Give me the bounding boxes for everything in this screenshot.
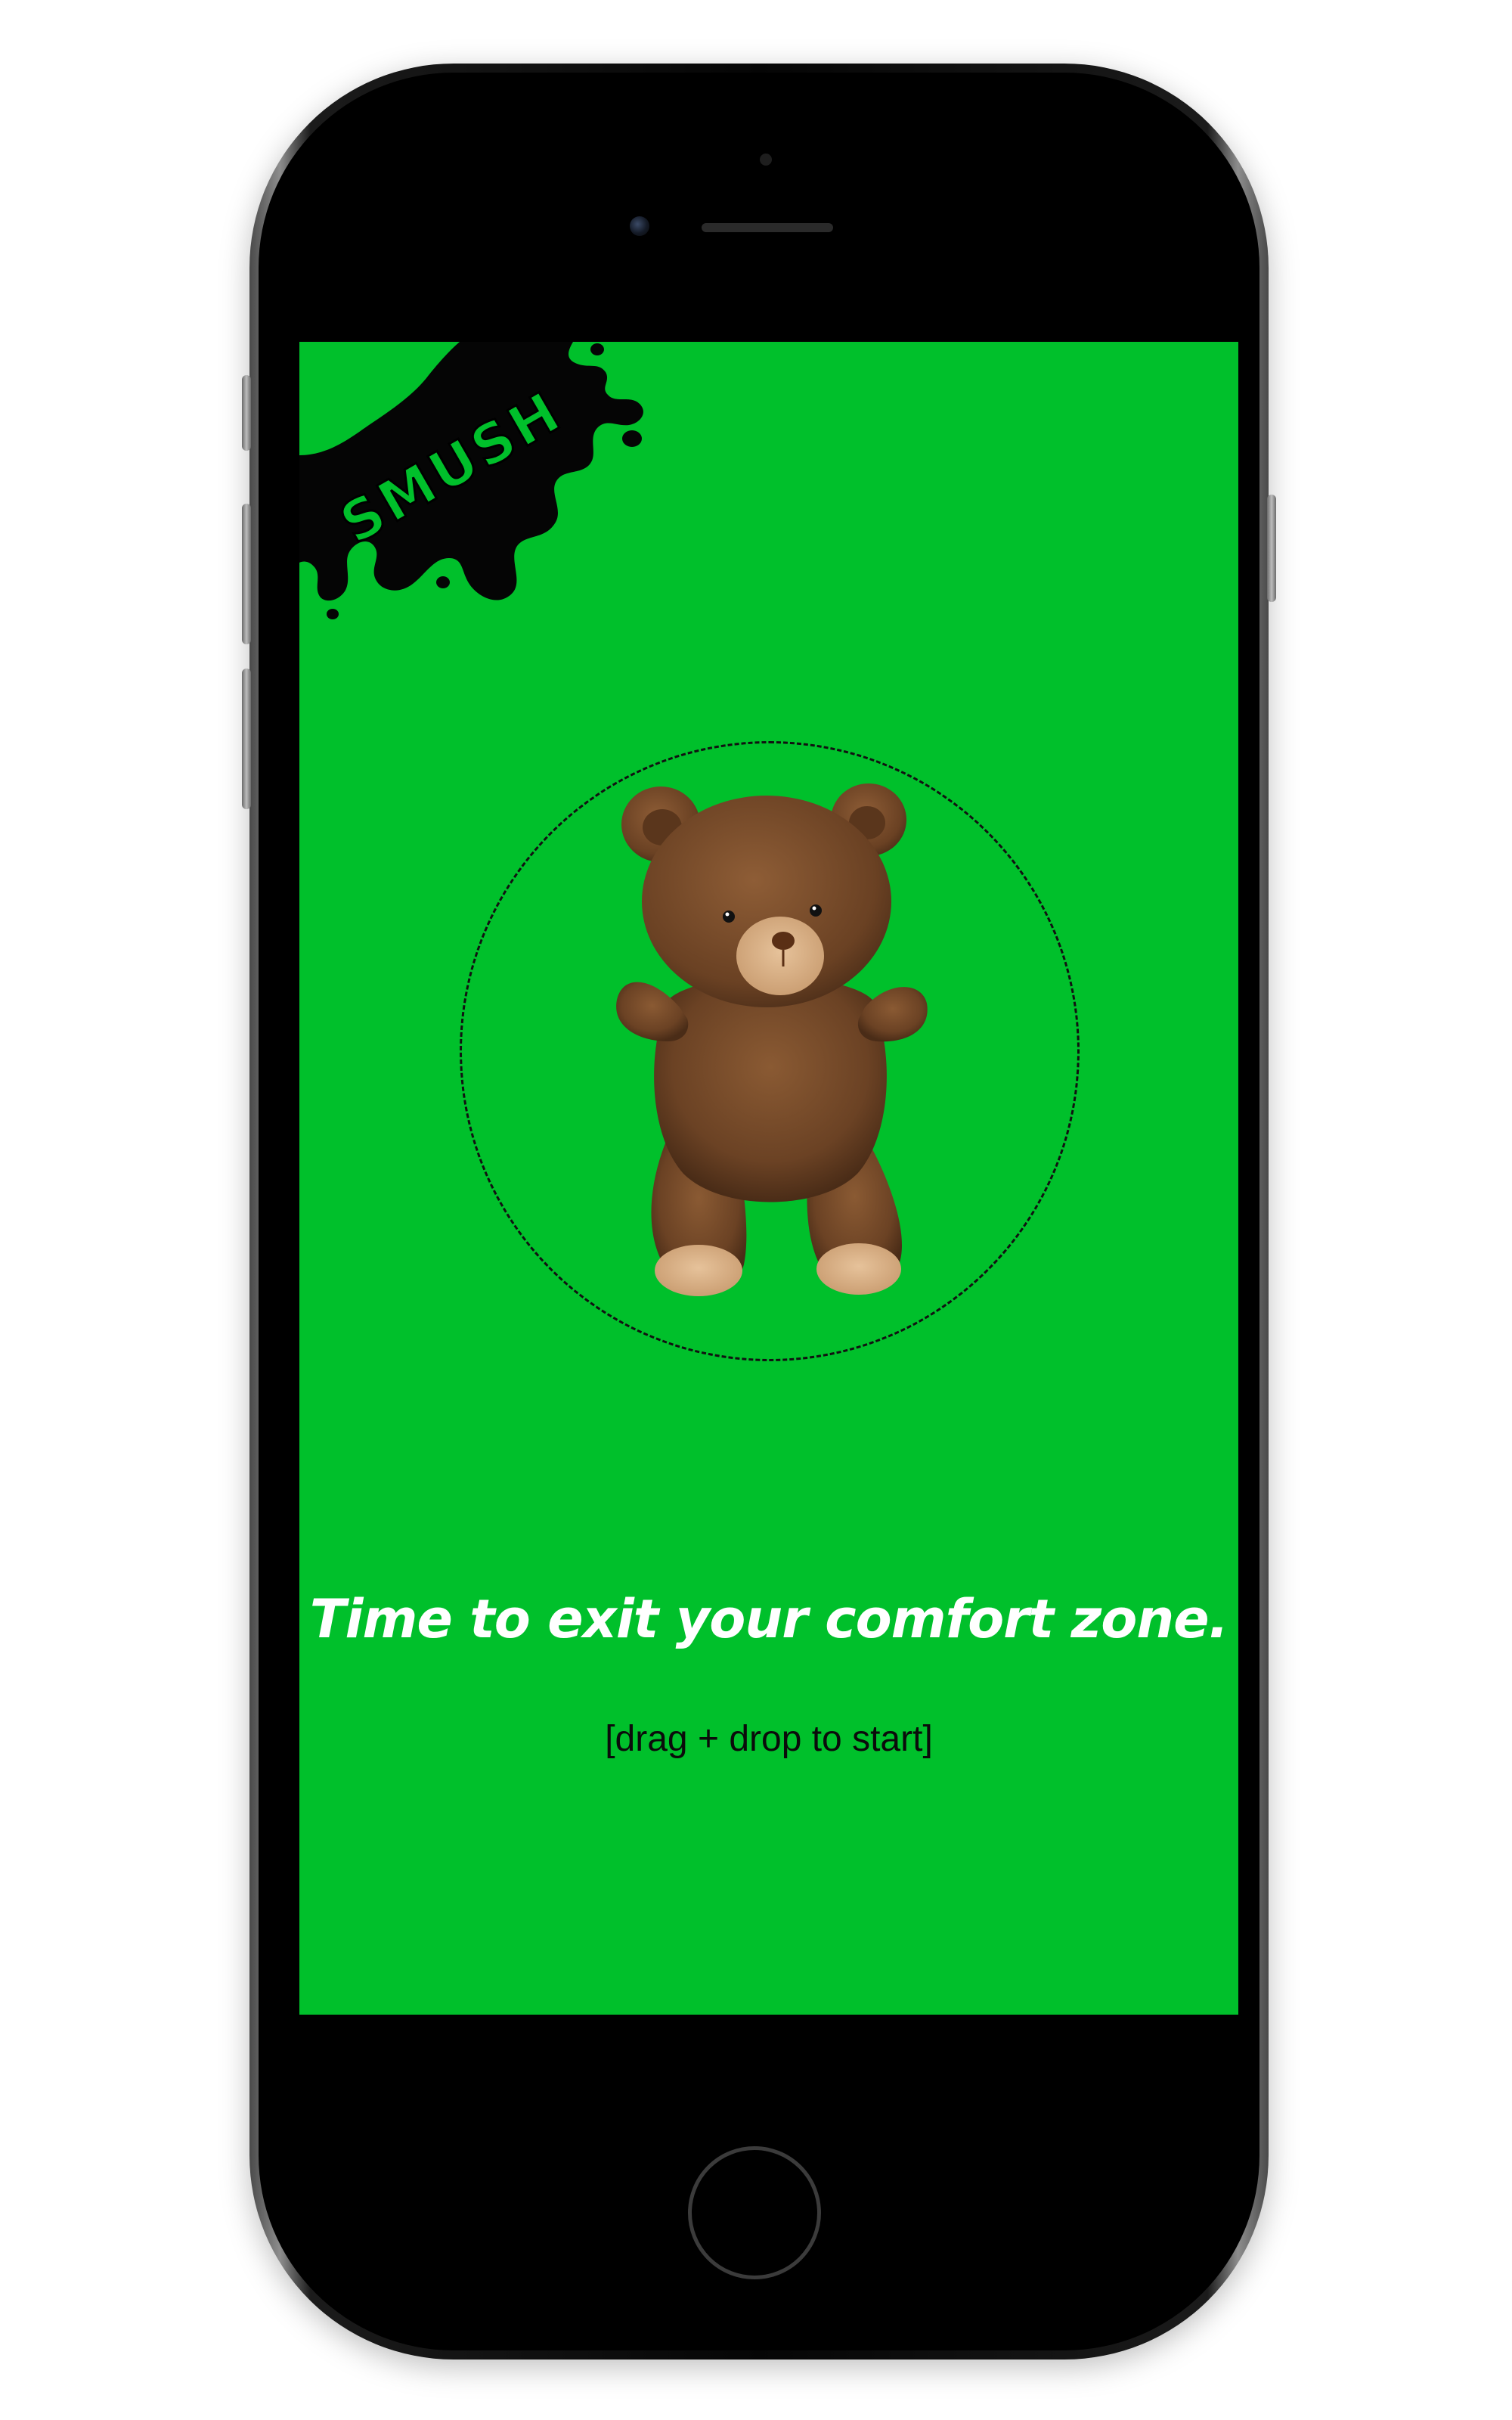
app-screen: SMUSH Time to exit your comfort zone. [d… bbox=[299, 342, 1238, 2015]
headline: Time to exit your comfort zone. bbox=[309, 1588, 1229, 1650]
volume-up-button bbox=[242, 504, 251, 644]
power-button bbox=[1267, 495, 1276, 602]
volume-down-button bbox=[242, 669, 251, 809]
proximity-sensor bbox=[760, 154, 772, 166]
mute-switch bbox=[242, 375, 251, 451]
teddy-bear-icon[interactable] bbox=[615, 780, 933, 1310]
instruction-text: [drag + drop to start] bbox=[605, 1719, 933, 1759]
earpiece-speaker bbox=[702, 223, 833, 232]
front-camera-icon bbox=[630, 216, 649, 236]
home-button[interactable] bbox=[688, 2146, 821, 2279]
